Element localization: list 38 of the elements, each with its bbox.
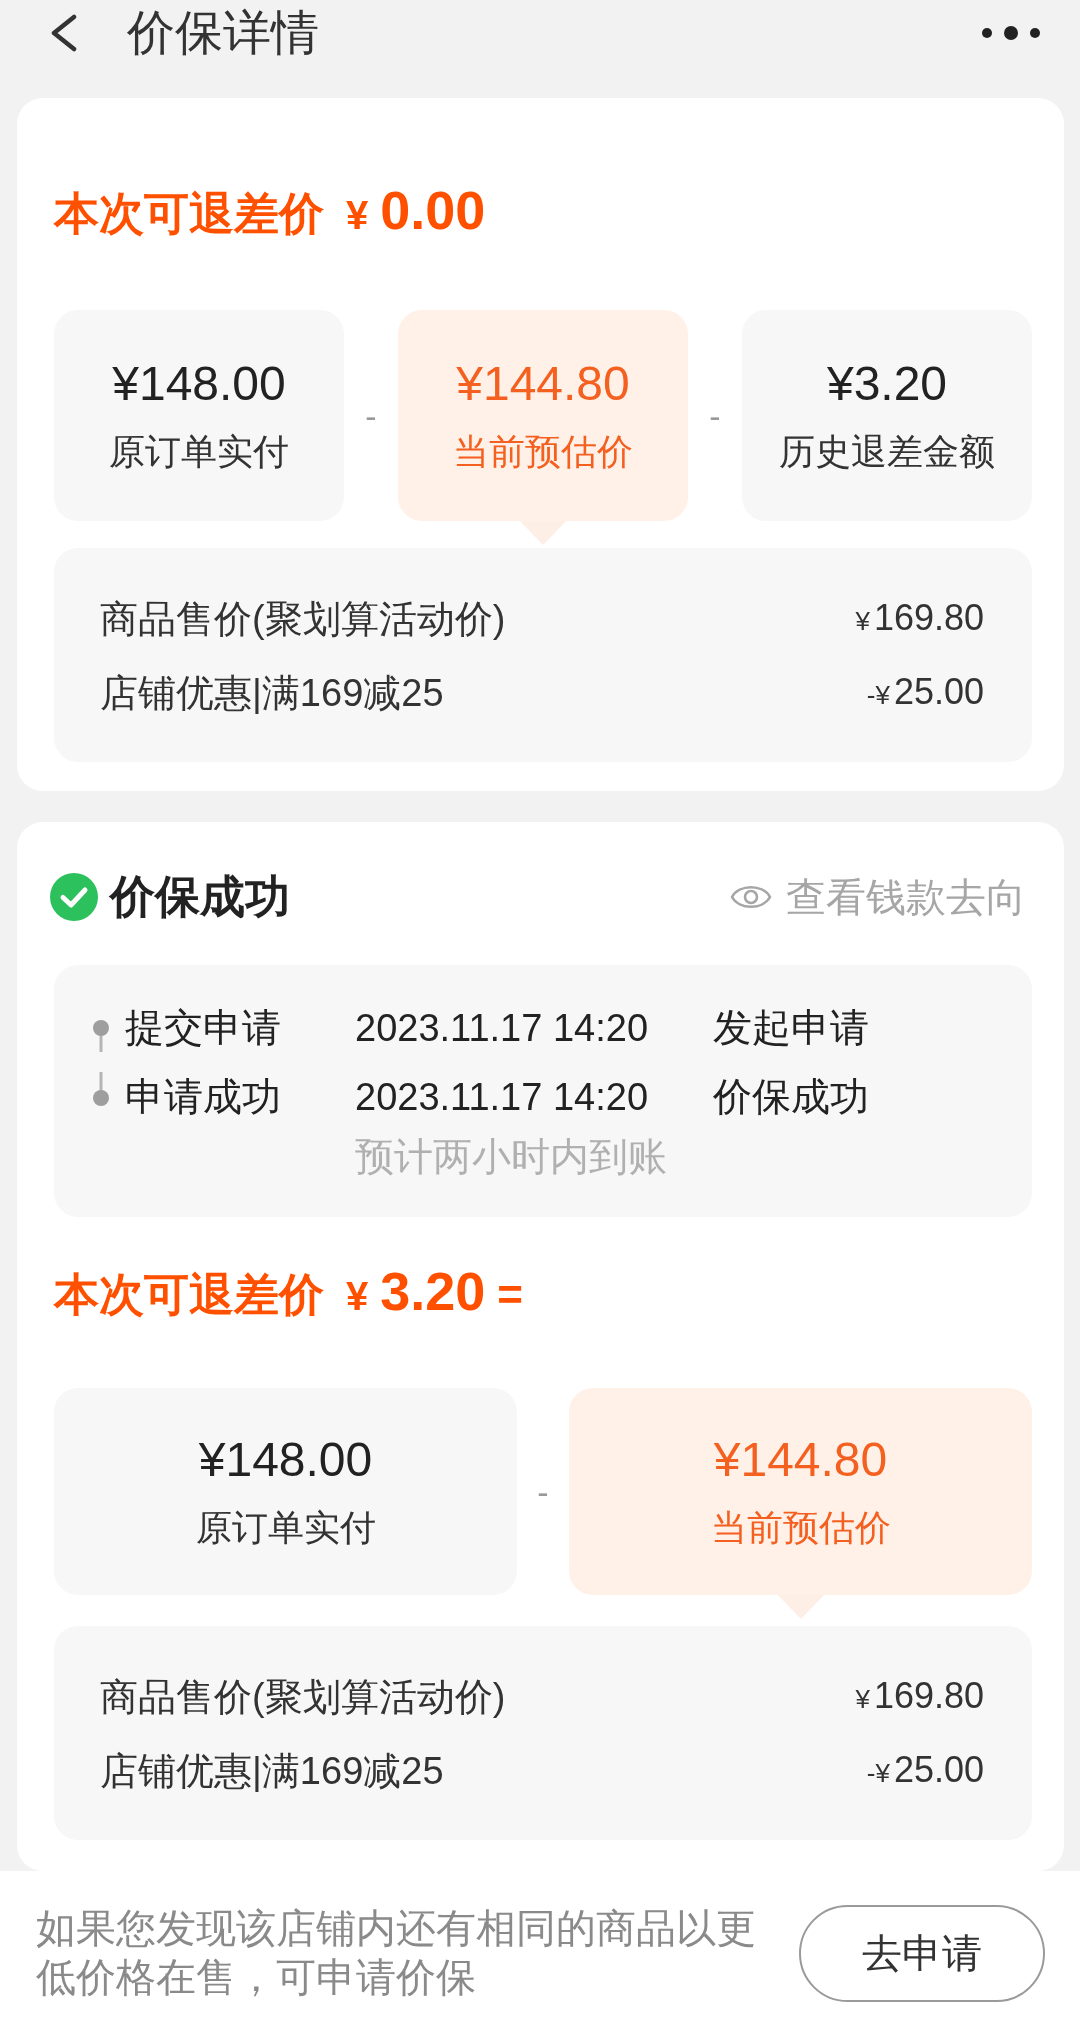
detail-label: 店铺优惠|满169减25 <box>100 1749 444 1794</box>
step-note: 预计两小时内到账 <box>355 1134 667 1180</box>
timeline-marker-icon <box>92 1072 109 1106</box>
apply-button[interactable]: 去申请 <box>799 1904 1045 2002</box>
amount-label: 当前预估价 <box>710 1505 891 1550</box>
success-check-icon <box>50 873 98 921</box>
amount-value: ¥144.80 <box>713 1433 888 1486</box>
amount-value: ¥148.00 <box>198 1433 373 1486</box>
detail-label: 商品售价(聚划算活动价) <box>100 1675 506 1720</box>
minus-operator: - <box>709 395 721 436</box>
step-result: 价保成功 <box>713 1073 869 1120</box>
detail-value: ¥169.80 <box>855 1673 984 1718</box>
refund-amount-heading: 本次可退差价 ¥3.20 = <box>54 1260 524 1323</box>
amount-value: ¥144.80 <box>456 357 630 410</box>
amount-value: ¥148.00 <box>112 357 286 410</box>
detail-value: ¥169.80 <box>855 595 984 640</box>
minus-operator: - <box>365 395 377 436</box>
detail-label: 店铺优惠|满169减25 <box>100 671 444 716</box>
more-icon[interactable] <box>982 26 1040 40</box>
step-time: 2023.11.17 14:20 <box>355 1005 648 1051</box>
minus-operator: - <box>537 1471 549 1512</box>
step-result: 发起申请 <box>713 1004 869 1051</box>
step-label: 申请成功 <box>125 1073 281 1120</box>
detail-label: 商品售价(聚划算活动价) <box>100 597 506 642</box>
page-title: 价保详情 <box>127 5 319 61</box>
step-label: 提交申请 <box>125 1004 281 1051</box>
amount-value: ¥3.20 <box>826 357 948 410</box>
timeline-marker-icon <box>92 1020 109 1052</box>
amount-label: 原订单实付 <box>109 429 289 474</box>
footer-hint: 如果您发现该店铺内还有相同的商品以更低价格在售，可申请价保 <box>36 1905 757 2001</box>
amount-label: 原订单实付 <box>195 1505 376 1550</box>
amount-label: 当前预估价 <box>453 429 633 474</box>
refund-amount-heading: 本次可退差价 ¥0.00 <box>54 179 486 242</box>
detail-value: -¥25.00 <box>866 1747 984 1792</box>
detail-value: -¥25.00 <box>866 669 984 714</box>
status-title: 价保成功 <box>110 873 290 921</box>
amount-label: 历史退差金额 <box>779 429 995 474</box>
step-time: 2023.11.17 14:20 <box>355 1074 648 1120</box>
